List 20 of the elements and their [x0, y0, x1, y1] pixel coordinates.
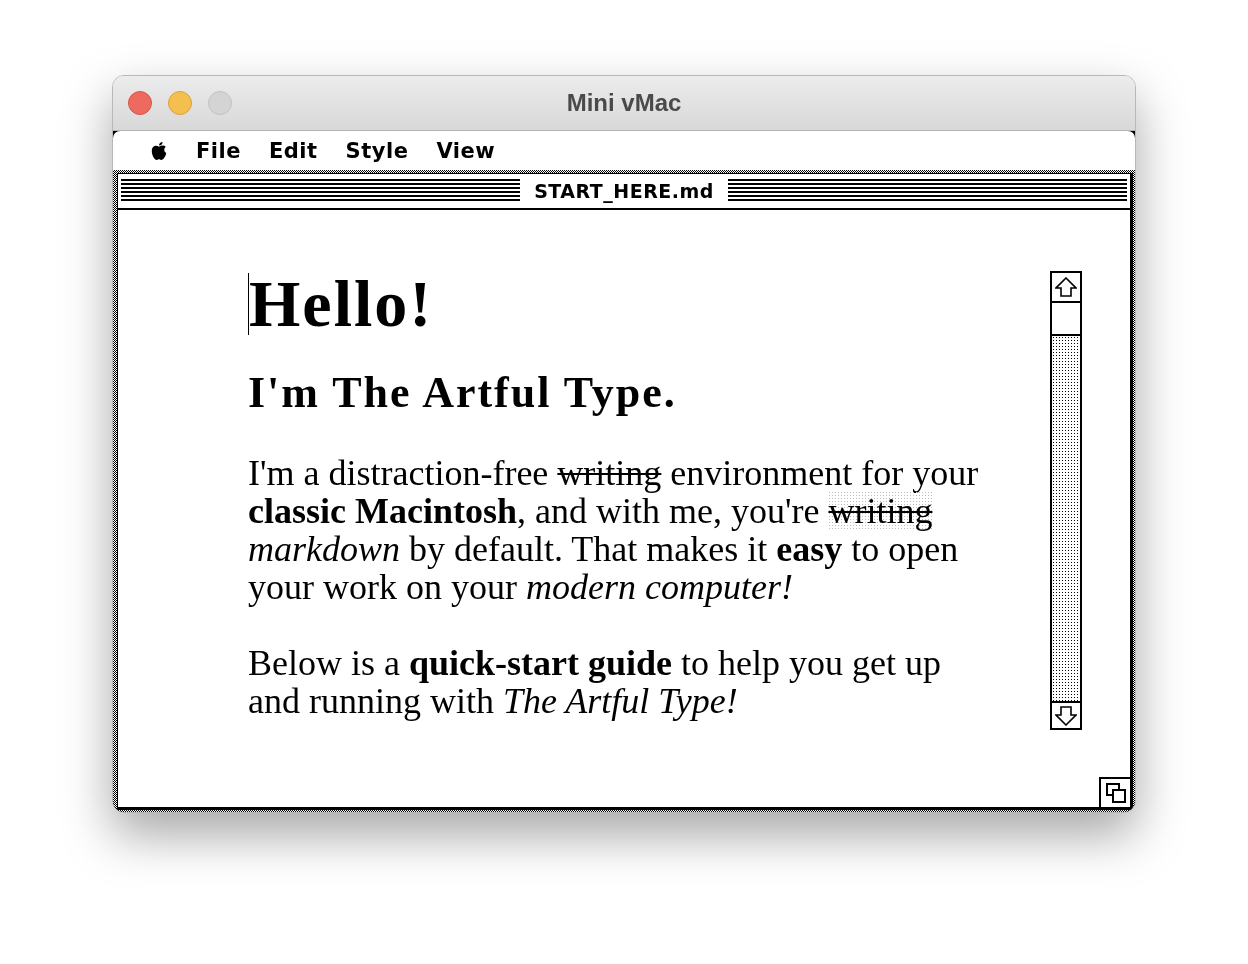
window-title: Mini vMac — [566, 88, 682, 118]
menu-item[interactable]: Style — [345, 138, 409, 163]
text-cursor — [248, 273, 249, 335]
down-arrow-icon — [1055, 705, 1077, 726]
paragraph: I'm a distraction-free writing environment for your classic Macintosh, and with me, you're writing markdown by default. That makes it easy to open your work on your modern computer! — [248, 454, 979, 606]
resize-handle[interactable] — [1099, 777, 1130, 807]
scroll-thumb[interactable] — [1052, 303, 1080, 336]
subheading: I'm The Artful Type. — [248, 371, 677, 415]
menu-item[interactable]: View — [436, 138, 496, 163]
menu-item[interactable]: Edit — [269, 138, 318, 163]
heading: Hello! — [249, 273, 434, 335]
paragraph: Below is a quick-start guide to help you get up and running with The Artful Type! — [248, 644, 941, 720]
close-button[interactable] — [128, 91, 152, 115]
apple-icon[interactable] — [150, 140, 168, 161]
up-arrow-icon — [1055, 277, 1077, 297]
document-title: START_HERE.md — [534, 179, 714, 203]
scroll-down-button[interactable] — [1052, 701, 1080, 728]
scrollbar[interactable] — [1050, 271, 1082, 730]
menu-item[interactable]: File — [196, 138, 241, 163]
overlapping-squares-icon — [1105, 783, 1126, 803]
